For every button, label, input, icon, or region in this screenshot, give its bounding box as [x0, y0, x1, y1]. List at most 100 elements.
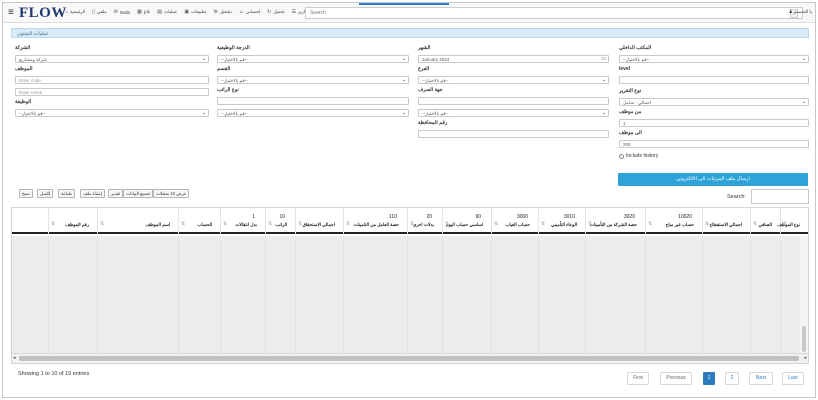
create-file-button[interactable]: إنشاء ملف: [80, 189, 105, 198]
column-header[interactable]: 3000 حساب الغياب ⇅: [491, 208, 538, 234]
scroll-right-icon[interactable]: ▸: [804, 355, 807, 361]
nav-run[interactable]: ⚙ تشغيل: [213, 9, 231, 15]
sort-icon[interactable]: ⇅: [346, 221, 350, 227]
sort-icon[interactable]: ⇅: [181, 221, 185, 227]
from-employee-input[interactable]: 1: [619, 119, 809, 127]
column-header[interactable]: الحساب ⇅: [178, 208, 220, 234]
aggregate-button[interactable]: تجميع البيانات: [123, 189, 154, 198]
hamburger-icon[interactable]: ≡: [8, 8, 14, 18]
sort-icon[interactable]: ⇅: [100, 221, 104, 227]
previous-page-button[interactable]: Previous: [660, 372, 692, 385]
global-search-input[interactable]: Search ⌕: [305, 7, 803, 19]
employee-name-input[interactable]: Enter name: [15, 88, 209, 96]
sort-icon[interactable]: ⇅: [298, 221, 302, 227]
branch-select[interactable]: --قم بالاختيار-- ⌄: [418, 76, 609, 84]
page-2-button[interactable]: 2: [725, 372, 739, 385]
mail-icon: ✉: [113, 9, 118, 15]
nav-report[interactable]: ▦ بلاغ: [137, 9, 150, 15]
sort-icon[interactable]: ⇅: [445, 221, 449, 227]
level-input[interactable]: [619, 76, 809, 84]
page-1-button[interactable]: 1: [703, 372, 715, 385]
column-code: 90: [475, 214, 481, 220]
salary-type-input[interactable]: [217, 97, 409, 105]
column-divider: [265, 236, 266, 353]
contract-select[interactable]: --قم بالاختيار-- ⌄: [619, 55, 809, 63]
spend-input[interactable]: [418, 97, 609, 105]
scroll-thumb[interactable]: [802, 326, 806, 352]
column-code: 20: [426, 214, 432, 220]
to-employee-input[interactable]: 200: [619, 140, 809, 148]
first-page-button[interactable]: First: [627, 372, 649, 385]
wallet-input[interactable]: [418, 130, 609, 138]
next-page-button[interactable]: Next: [749, 372, 773, 385]
sort-icon[interactable]: ⇅: [494, 221, 498, 227]
column-divider: [407, 236, 408, 353]
user-menu[interactable]: ♟ يا التجسيد: [789, 9, 812, 15]
sort-icon[interactable]: ⇅: [51, 221, 55, 227]
sort-icon[interactable]: ⇅: [705, 221, 709, 227]
sort-icon[interactable]: ⇅: [648, 221, 652, 227]
job-select[interactable]: --قم بالاختيار-- ⌄: [15, 109, 209, 117]
employee-code-input[interactable]: Enter code: [15, 76, 209, 84]
sort-icon[interactable]: ⇅: [223, 221, 227, 227]
nav-apps[interactable]: ▣ تطبيقات: [184, 9, 206, 15]
column-header[interactable]: نوع الموظف ⇅: [777, 208, 808, 234]
column-header[interactable]: اجمالي الاستقطاع ⇅: [702, 208, 750, 234]
chevron-down-icon: ⌄: [801, 56, 806, 62]
include-history-checkbox[interactable]: Include history: [619, 153, 658, 159]
sort-icon[interactable]: ⇅: [268, 221, 272, 227]
estimate-button[interactable]: تقدير: [108, 189, 124, 198]
report-type-select[interactable]: اجمالي - شامل ⌄: [619, 98, 809, 106]
sort-icon[interactable]: ⇅: [753, 221, 757, 227]
excel-button[interactable]: إكسل: [37, 189, 54, 198]
scroll-thumb[interactable]: [19, 356, 799, 361]
grade-select[interactable]: --قم بالاختيار-- ⌄: [217, 55, 409, 63]
column-header[interactable]: 110 حصة العامل من التامينات ⇅: [343, 208, 407, 234]
nav-account[interactable]: ☺ لحسابي: [239, 9, 260, 15]
column-header[interactable]: 3010 الوعاء التأميني ⇅: [538, 208, 585, 234]
nav-operations[interactable]: ▤ عمليات: [157, 9, 177, 15]
user-icon: ☺: [238, 9, 244, 15]
doc-icon: ▤: [157, 9, 162, 15]
column-header[interactable]: 1 بدل انتقالات ⇅: [220, 208, 265, 234]
column-header[interactable]: رقم الموظف ⇅: [48, 208, 97, 234]
column-header[interactable]: الصافي ⇅: [750, 208, 780, 234]
page-size-button[interactable]: عرض 10 سجلات: [153, 189, 190, 198]
export-button[interactable]: ارسال ملف المرتبات الى الالكتروني: [618, 173, 808, 186]
app-logo[interactable]: FLOW: [19, 5, 67, 21]
sort-icon[interactable]: ⇅: [410, 221, 414, 227]
sort-icon[interactable]: ⇅: [541, 221, 545, 227]
column-header[interactable]: 90 اساسي حساب اليوم ⇅: [442, 208, 491, 234]
vertical-scrollbar[interactable]: [800, 236, 808, 353]
month-input[interactable]: January 2024 ▭: [418, 55, 609, 63]
apps-icon: ▣: [184, 9, 190, 15]
nav-home[interactable]: ⌂ الرئيسية: [65, 9, 85, 15]
column-header[interactable]: 10020 حساب غير مباح ⇅: [645, 208, 702, 234]
nav-file[interactable]: ▯ ملفي: [92, 9, 106, 15]
column-header[interactable]: اجمالي الاستحقاق ⇅: [295, 208, 343, 234]
nav-mails[interactable]: ✉ Mails: [114, 9, 130, 15]
calendar-icon[interactable]: ▭: [601, 56, 606, 62]
top-navbar: ≡ FLOW ⌂ الرئيسية ▯ ملفي ✉ Mails ▦ بلاغ ▤ عمل…: [3, 3, 815, 23]
horizontal-scrollbar[interactable]: ◂ ▸: [12, 353, 808, 363]
column-label: حصة الشركة من التأمينات: [589, 222, 637, 227]
copy-button[interactable]: نسخ: [19, 189, 33, 198]
table-search-label: Search:: [727, 194, 746, 200]
column-header[interactable]: 3020 حصة الشركة من التأمينات ⇅: [585, 208, 645, 234]
scroll-left-icon[interactable]: ◂: [13, 355, 16, 361]
column-header[interactable]: 10 الراتب ⇅: [265, 208, 295, 234]
sort-icon[interactable]: ⇅: [588, 221, 592, 227]
salary-type-select[interactable]: --قم بالاختيار-- ⌄: [217, 109, 409, 117]
to-label: الى موظف: [619, 130, 642, 136]
last-page-button[interactable]: Last: [782, 372, 804, 385]
print-button[interactable]: طباعة: [58, 189, 75, 198]
dept-select[interactable]: --قم بالاختيار-- ⌄: [217, 76, 409, 84]
sort-icon[interactable]: ⇅: [783, 221, 787, 227]
nav-download[interactable]: ↻ تحميل: [267, 9, 284, 15]
table-search-input[interactable]: [751, 189, 809, 204]
radio-icon[interactable]: [619, 153, 624, 159]
column-header[interactable]: 20 بدلات اخرى ⇅: [407, 208, 442, 234]
company-select[interactable]: شركة ومشاريع ⌄: [15, 55, 209, 63]
column-header[interactable]: اسم الموظف ⇅: [97, 208, 178, 234]
spend-select[interactable]: --قم بالاختيار-- ⌄: [418, 109, 609, 117]
